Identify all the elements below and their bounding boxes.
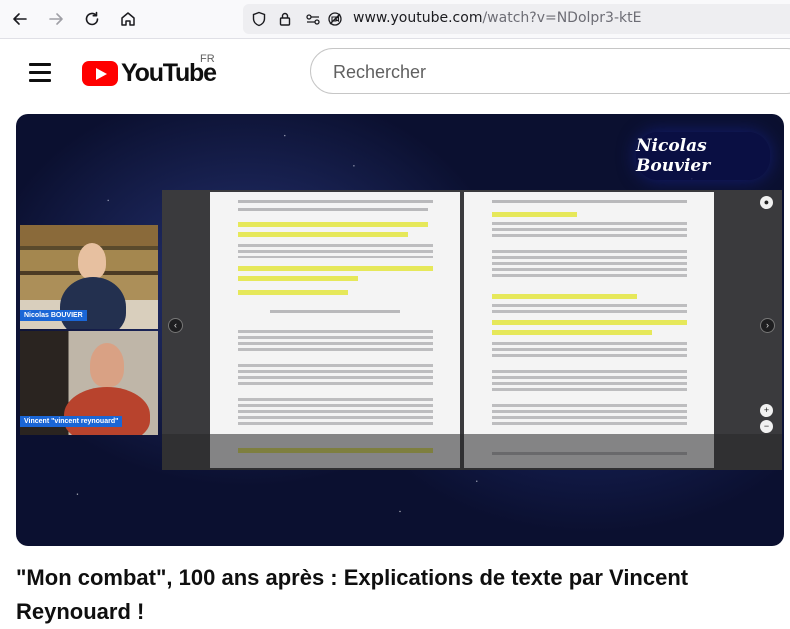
youtube-header: YouTube FR [0, 39, 790, 105]
search-input[interactable] [331, 61, 775, 84]
reload-button[interactable] [78, 5, 106, 33]
youtube-play-icon [82, 60, 118, 86]
document-reader: ‹ › ● + − [162, 190, 782, 470]
menu-button[interactable] [24, 59, 56, 85]
participant-face [78, 243, 106, 279]
document-page-left [210, 192, 460, 468]
forward-icon [49, 13, 63, 25]
url-path: /watch?v=NDolpr3-ktE [482, 10, 642, 26]
home-icon [121, 12, 135, 26]
shield-icon[interactable] [251, 11, 267, 27]
reload-icon [85, 11, 99, 26]
hamburger-icon [29, 79, 51, 82]
participant-label: Nicolas BOUVIER [20, 310, 87, 321]
browser-toolbar: www.youtube.com/watch?v=NDolpr3-ktE [0, 0, 790, 39]
participant-body [60, 277, 126, 329]
hamburger-icon [29, 71, 51, 74]
permissions-icon[interactable] [305, 11, 321, 27]
video-title: "Mon combat", 100 ans après : Explicatio… [16, 565, 689, 624]
zoom-out-icon[interactable]: − [760, 420, 773, 433]
video-player[interactable]: Nicolas Bouvier ‹ › ● + − Nicolas BOUVIE… [16, 114, 784, 546]
back-button[interactable] [6, 5, 34, 33]
reader-bottom-bar [162, 434, 782, 470]
search-box[interactable] [310, 48, 790, 94]
zoom-in-icon[interactable]: + [760, 404, 773, 417]
back-icon [13, 13, 27, 25]
watermark-text: Nicolas Bouvier [636, 136, 711, 176]
address-bar[interactable]: www.youtube.com/watch?v=NDolpr3-ktE [243, 4, 790, 34]
document-page-right [464, 192, 714, 468]
reader-prev-icon[interactable]: ‹ [168, 318, 183, 333]
reader-settings-icon[interactable]: ● [760, 196, 773, 209]
lock-icon[interactable] [277, 11, 293, 27]
channel-watermark: Nicolas Bouvier [636, 132, 770, 180]
url-domain: www.youtube.com [353, 10, 483, 26]
no-camera-icon[interactable] [327, 11, 343, 27]
youtube-logo[interactable]: YouTube [82, 59, 217, 87]
hamburger-icon [29, 63, 51, 66]
country-code: FR [200, 53, 215, 65]
participant-body [64, 387, 150, 435]
webcam-feed: Nicolas BOUVIER [20, 225, 158, 329]
forward-button[interactable] [42, 5, 70, 33]
participant-label: Vincent "vincent reynouard" [20, 416, 123, 427]
webcam-feed: Vincent "vincent reynouard" [20, 331, 158, 435]
url-text: www.youtube.com/watch?v=NDolpr3-ktE [353, 10, 641, 26]
reader-next-icon[interactable]: › [760, 318, 775, 333]
home-button[interactable] [114, 5, 142, 33]
participant-face [90, 343, 124, 387]
